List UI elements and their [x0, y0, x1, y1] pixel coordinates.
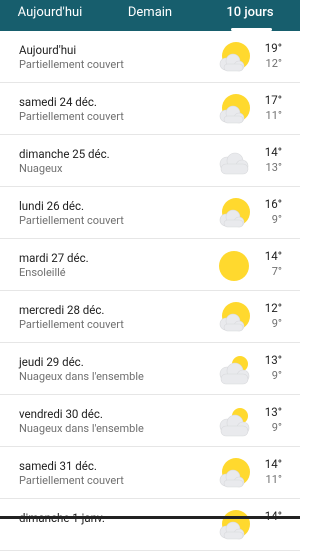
forecast-condition: Nuageux dans l'ensemble [19, 370, 144, 383]
forecast-condition: Partiellement couvert [19, 474, 124, 487]
mostly-cloudy-icon [216, 404, 252, 440]
forecast-low: 9° [271, 369, 282, 382]
cloudy-icon [216, 144, 252, 180]
forecast-high: 14° [264, 249, 282, 263]
forecast-day: mardi 27 déc. [19, 251, 89, 265]
forecast-day: jeudi 29 déc. [19, 355, 84, 369]
forecast-condition: Ensoleillé [19, 266, 66, 279]
forecast-high: 13° [264, 405, 282, 419]
forecast-day: mercredi 28 déc. [19, 303, 105, 317]
forecast-condition: Partiellement couvert [19, 318, 124, 331]
forecast-low: 12° [265, 57, 282, 70]
forecast-condition: Nuageux dans l'ensemble [19, 422, 144, 435]
forecast-high: 14° [264, 457, 282, 471]
forecast-day: lundi 26 déc. [19, 199, 85, 213]
forecast-high: 14° [264, 145, 282, 159]
forecast-low: 7° [271, 265, 282, 278]
sunny-icon [216, 248, 252, 284]
forecast-row[interactable]: vendredi 30 déc. Nuageux dans l'ensemble 1… [0, 395, 300, 447]
forecast-tabs: Aujourd'hui Demain 10 jours [0, 0, 300, 31]
forecast-day: dimanche 25 déc. [19, 147, 110, 161]
forecast-high: 17° [264, 93, 282, 107]
forecast-row[interactable]: mercredi 28 déc. Partiellement couvert 12°… [0, 291, 300, 343]
forecast-row[interactable]: samedi 31 déc. Partiellement couvert 14° 11… [0, 447, 300, 499]
forecast-condition: Nuageux [19, 162, 63, 175]
forecast-row[interactable]: lundi 26 déc. Partiellement couvert 16° 9° [0, 187, 300, 239]
mostly-cloudy-icon [216, 352, 252, 388]
tab-10-days[interactable]: 10 jours [200, 0, 300, 31]
forecast-high: 19° [264, 41, 282, 55]
forecast-row[interactable]: samedi 24 déc. Partiellement couvert 17° 11… [0, 83, 300, 135]
forecast-row[interactable]: Aujourd'hui Partiellement couvert 19° 12° [0, 31, 300, 83]
forecast-high: 13° [264, 353, 282, 367]
forecast-row[interactable]: dimanche 25 déc. Nuageux 14° 13° [0, 135, 300, 187]
forecast-high: 12° [264, 301, 282, 315]
forecast-row[interactable]: jeudi 29 déc. Nuageux dans l'ensemble 13° 9… [0, 343, 300, 395]
forecast-row[interactable]: mardi 27 déc. Ensoleillé 14° 7° [0, 239, 300, 291]
forecast-condition: Partiellement couvert [19, 110, 124, 123]
tab-tomorrow[interactable]: Demain [100, 0, 200, 31]
forecast-low: 13° [265, 161, 282, 174]
forecast-day: samedi 24 déc. [19, 95, 97, 109]
forecast-row[interactable]: dimanche 1 janv.14° [0, 499, 300, 551]
forecast-condition: Partiellement couvert [19, 214, 124, 227]
forecast-low: 9° [271, 317, 282, 330]
partly-cloudy-icon [216, 508, 252, 544]
forecast-low: 11° [265, 109, 282, 122]
partly-cloudy-icon [216, 456, 252, 492]
forecast-low: 9° [271, 213, 282, 226]
partly-cloudy-icon [216, 196, 252, 232]
forecast-low: 9° [271, 421, 282, 434]
partly-cloudy-icon [216, 92, 252, 128]
forecast-day: Aujourd'hui [19, 43, 77, 57]
forecast-low: 11° [265, 473, 282, 486]
forecast-day: samedi 31 déc. [19, 459, 97, 473]
forecast-condition: Partiellement couvert [19, 58, 124, 71]
partly-cloudy-icon [216, 300, 252, 336]
forecast-high: 16° [264, 197, 282, 211]
forecast-day: vendredi 30 déc. [19, 407, 103, 421]
tab-today[interactable]: Aujourd'hui [0, 0, 100, 31]
partly-cloudy-icon [216, 40, 252, 76]
